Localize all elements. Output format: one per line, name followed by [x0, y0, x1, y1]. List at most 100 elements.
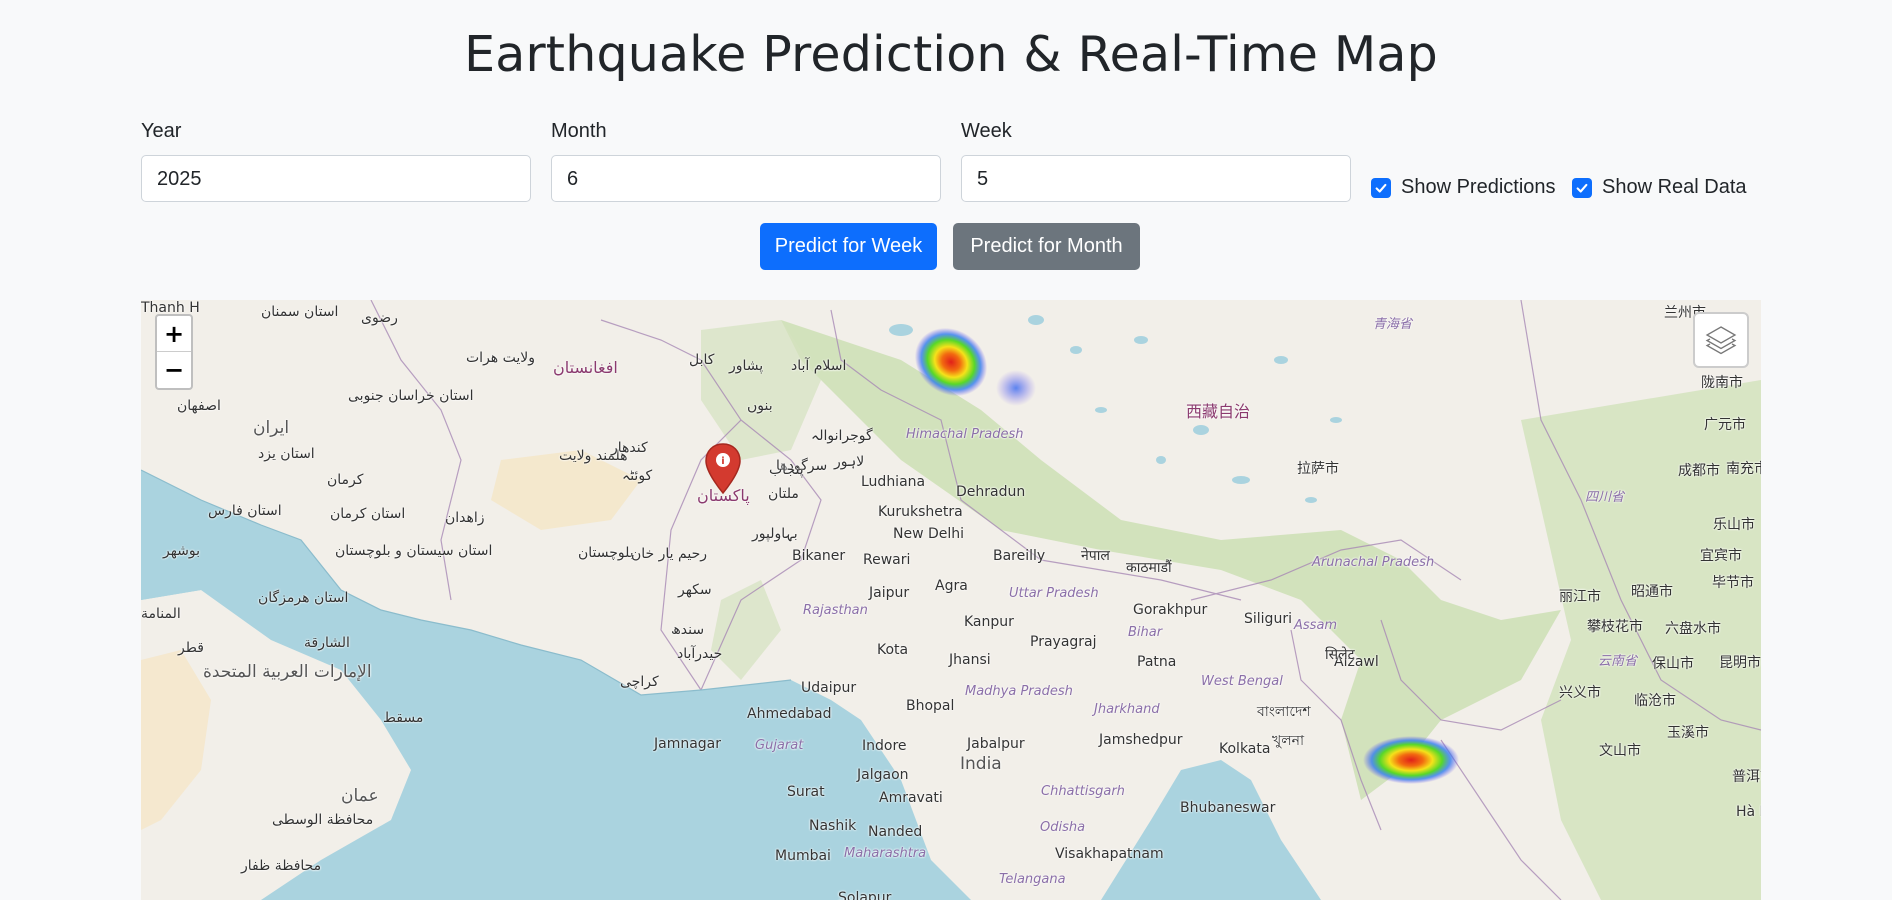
show-predictions-toggle[interactable]: Show Predictions: [1371, 176, 1556, 199]
map-place-label: 昭通市: [1631, 584, 1673, 600]
map-place-label: Uttar Pradesh: [1009, 586, 1099, 601]
map-place-label: New Delhi: [893, 526, 965, 542]
map-place-label: Chhattisgarh: [1041, 784, 1125, 799]
map-place-label: پشاور: [729, 358, 764, 374]
map-place-label: سکھر: [678, 582, 712, 598]
map-place-label: West Bengal: [1201, 674, 1283, 689]
year-input[interactable]: 2025: [141, 155, 531, 202]
map-place-label: 兴义市: [1559, 685, 1601, 701]
map-place-label: Bareilly: [993, 548, 1046, 564]
map-place-label: حیدرآباد: [677, 646, 723, 662]
map-place-label: استان هرمزگان: [258, 590, 349, 606]
predict-week-button[interactable]: Predict for Week: [760, 223, 937, 270]
map-place-label: Nanded: [868, 824, 923, 840]
map-place-label: گوجرانوالہ: [811, 428, 873, 444]
map-place-label: Gujarat: [755, 738, 804, 753]
map-place-label: 西藏自治: [1186, 402, 1251, 421]
map-place-label: 六盘水市: [1665, 621, 1721, 637]
map-place-label: नेपाल: [1081, 548, 1110, 564]
map-place-label: قطر: [178, 640, 204, 656]
map-place-label: استان خراسان جنوبی: [348, 388, 474, 404]
map-place-label: Kanpur: [964, 614, 1014, 630]
page-title: Earthquake Prediction & Real-Time Map: [464, 26, 1438, 83]
map-place-label: کراچی: [620, 674, 659, 690]
map-place-label: Gorakhpur: [1133, 602, 1208, 618]
map-place-label: ولایت هرات: [466, 350, 536, 366]
map-place-label: رضوی: [361, 310, 398, 326]
map-place-label: عمان: [341, 786, 379, 806]
map-place-label: 昆明市: [1719, 655, 1761, 671]
map-place-label: Bikaner: [792, 548, 846, 564]
map-place-label: Rewari: [863, 552, 911, 568]
map-place-label: محافظة ظفار: [241, 858, 322, 874]
map-place-label: کابل: [689, 352, 715, 368]
checkmark-icon: [1576, 183, 1588, 193]
map-place-label: مسقط: [383, 710, 424, 726]
map-place-label: Madhya Pradesh: [965, 684, 1073, 699]
year-label: Year: [141, 120, 182, 142]
map-place-label: 丽江市: [1559, 589, 1601, 605]
show-predictions-checkbox[interactable]: [1371, 177, 1391, 198]
show-real-data-toggle[interactable]: Show Real Data: [1572, 176, 1747, 199]
map-place-label: Jaipur: [869, 585, 910, 601]
map-place-label: 广元市: [1704, 417, 1746, 433]
map-place-label: ایران: [253, 418, 290, 438]
map-place-label: کرمان: [327, 472, 364, 488]
map-place-label: سندھ: [671, 622, 705, 638]
map-place-label: Jabalpur: [967, 736, 1025, 752]
heatmap-hotspot: [1363, 736, 1459, 784]
map-place-label: Jamnagar: [654, 736, 722, 752]
map-place-label: 攀枝花市: [1587, 619, 1643, 635]
map-place-label: India: [960, 754, 1002, 774]
map-place-label: 南充市: [1726, 461, 1761, 477]
map-place-label: Assam: [1294, 618, 1338, 633]
week-label: Week: [961, 120, 1012, 142]
week-field-group: Week 5: [961, 120, 1351, 202]
map-marker-icon[interactable]: i: [704, 443, 742, 495]
month-label: Month: [551, 120, 607, 142]
map-place-label: Dehradun: [956, 484, 1026, 500]
map-place-label: Solapur: [838, 890, 892, 900]
map-place-label: Jamshedpur: [1099, 732, 1183, 748]
map-place-label: پنجاب: [769, 462, 804, 478]
map-place-label: Mumbai: [775, 848, 831, 864]
year-field-group: Year 2025: [141, 120, 531, 202]
map-place-label: Nashik: [809, 818, 857, 834]
map-place-label: Rajasthan: [803, 603, 868, 618]
map-place-label: Udaipur: [801, 680, 857, 696]
zoom-in-button[interactable]: +: [157, 316, 191, 352]
map-place-label: 临沧市: [1634, 693, 1676, 709]
map-place-label: Visakhapatnam: [1055, 846, 1164, 862]
show-real-data-checkbox[interactable]: [1572, 177, 1592, 198]
predict-month-button[interactable]: Predict for Month: [953, 223, 1140, 270]
map-place-label: Arunachal Pradesh: [1312, 555, 1435, 570]
zoom-out-button[interactable]: −: [157, 352, 191, 388]
map-place-label: Surat: [787, 784, 825, 800]
map-place-label: الإمارات العربية المتحدة: [203, 662, 372, 682]
month-input[interactable]: 6: [551, 155, 941, 202]
map-place-label: Amravati: [879, 790, 943, 806]
map-place-label: 普洱市: [1732, 769, 1761, 785]
map-place-label: Bhubaneswar: [1180, 800, 1276, 816]
map-place-label: 文山市: [1599, 743, 1641, 759]
map-place-label: 四川省: [1585, 490, 1625, 505]
map-place-label: काठमाडौं: [1126, 560, 1172, 576]
earthquake-map[interactable]: استان سمنان رضوی ولایت هرات افغانستان کابل پش…: [141, 300, 1761, 900]
map-place-label: لاہور: [834, 454, 865, 470]
layers-button[interactable]: [1693, 312, 1749, 368]
map-place-label: 陇南市: [1701, 375, 1743, 391]
show-predictions-label: Show Predictions: [1401, 176, 1556, 198]
map-place-label: استان یزد: [258, 446, 315, 462]
map-place-label: استان سیستان و بلوچستان: [335, 543, 493, 559]
map-place-label: کندهار: [611, 440, 648, 456]
map-place-label: 玉溪市: [1667, 725, 1709, 741]
heatmap-hotspot: [996, 370, 1036, 406]
map-place-label: सिलेट: [1325, 647, 1355, 663]
svg-text:i: i: [721, 456, 724, 467]
map-place-label: رحیم یار خان: [631, 546, 707, 562]
map-place-label: بہاولپور: [752, 526, 798, 542]
month-field-group: Month 6: [551, 120, 941, 202]
week-input[interactable]: 5: [961, 155, 1351, 202]
map-place-label: Indore: [862, 738, 907, 754]
map-place-label: Telangana: [999, 872, 1066, 887]
